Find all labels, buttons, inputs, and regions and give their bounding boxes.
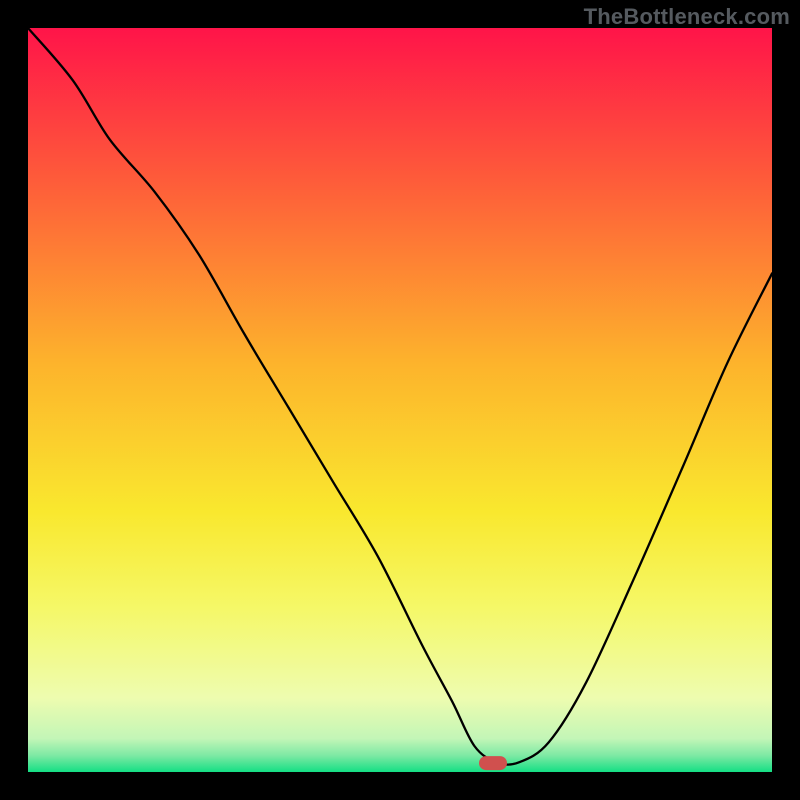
gradient-background xyxy=(28,28,772,772)
optimum-marker xyxy=(479,756,507,770)
chart-frame: TheBottleneck.com xyxy=(0,0,800,800)
chart-svg xyxy=(28,28,772,772)
chart-plot-area xyxy=(28,28,772,772)
watermark-text: TheBottleneck.com xyxy=(584,4,790,30)
